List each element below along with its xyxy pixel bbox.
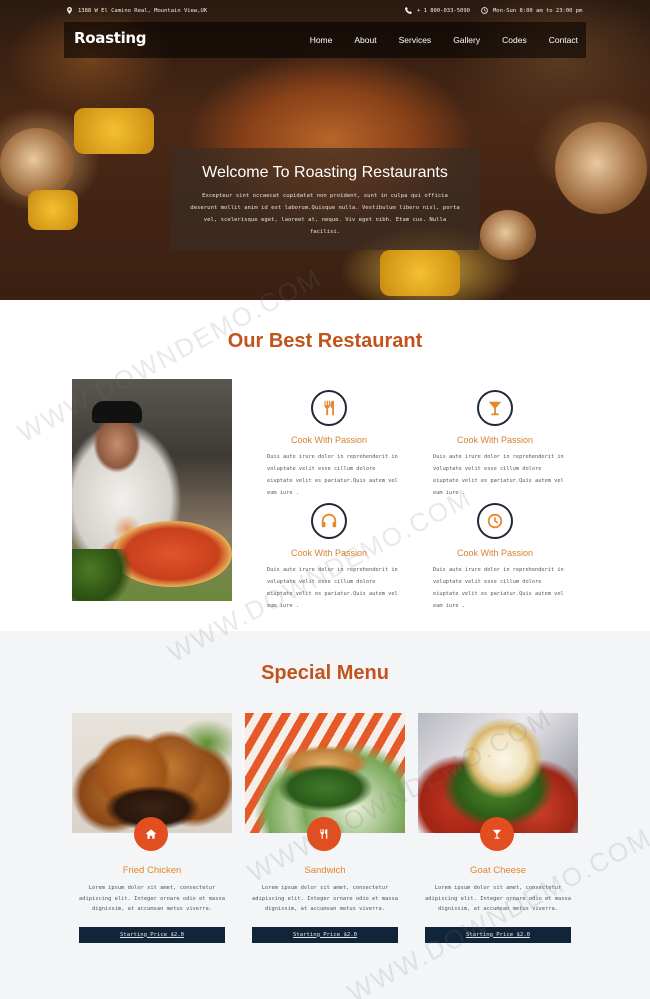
menu-card: Goat Cheese Lorem ipsum dolor sit amet, … bbox=[418, 713, 578, 943]
feature-title: Cook With Passion bbox=[456, 548, 534, 558]
garlic-image bbox=[480, 210, 536, 260]
menu-item-name: Fried Chicken bbox=[122, 865, 182, 876]
hero-text: Excepteur sint occaecat cupidatat non pr… bbox=[190, 193, 460, 235]
feature-card: Cook With Passion Duis aute irure dolor … bbox=[420, 390, 570, 499]
feature-text: Duis aute irure dolor in reprehenderit i… bbox=[433, 567, 564, 609]
price-button[interactable]: Starting Price $2.0 bbox=[425, 926, 571, 943]
hero-title: Welcome To Roasting Restaurants bbox=[202, 164, 448, 181]
clock-icon bbox=[481, 7, 488, 14]
feature-icon-circle bbox=[477, 390, 513, 426]
best-section-title: Our Best Restaurant bbox=[227, 330, 423, 352]
feature-text: Duis aute irure dolor in reprehenderit i… bbox=[433, 454, 564, 496]
phone-icon bbox=[405, 7, 412, 14]
feature-card: Cook With Passion Duis aute irure dolor … bbox=[254, 390, 404, 499]
menu-card: Sandwich Lorem ipsum dolor sit amet, con… bbox=[245, 713, 405, 943]
phone-text[interactable]: + 1 800-033-5090 bbox=[417, 8, 470, 14]
menu-item-name: Goat Cheese bbox=[470, 865, 526, 876]
menu-badge[interactable] bbox=[307, 817, 341, 851]
vegetable-image bbox=[74, 108, 154, 154]
sandwich-image bbox=[245, 713, 405, 833]
cocktail-icon bbox=[488, 401, 502, 416]
feature-icon-circle bbox=[311, 390, 347, 426]
fried-chicken-image bbox=[72, 713, 232, 833]
menu-item-name: Sandwich bbox=[304, 865, 346, 876]
hours-text: Mon-Sun 8:00 am to 23:00 pm bbox=[493, 7, 583, 14]
cocktail-icon bbox=[492, 829, 502, 839]
top-info-bar: 1388 W El Camino Real, Mountain View,UK … bbox=[0, 0, 650, 22]
feature-title: Cook With Passion bbox=[290, 435, 368, 445]
main-navbar: Roasting Home About Services Gallery Cod… bbox=[64, 22, 586, 58]
phone-info: + 1 800-033-5090 bbox=[405, 7, 470, 14]
menu-item-text: Lorem ipsum dolor sit amet, consectetur … bbox=[78, 885, 226, 912]
feature-card: Cook With Passion Duis aute irure dolor … bbox=[420, 503, 570, 612]
nav-codes[interactable]: Codes bbox=[502, 35, 527, 45]
nav-about[interactable]: About bbox=[354, 35, 376, 45]
main-nav: Home About Services Gallery Codes Contac… bbox=[310, 22, 578, 58]
nav-services[interactable]: Services bbox=[399, 35, 432, 45]
cutlery-icon bbox=[320, 829, 328, 839]
cutlery-icon bbox=[324, 400, 334, 416]
vegetable-image bbox=[380, 250, 460, 296]
vegetable-image bbox=[28, 190, 78, 230]
menu-section-title: Special Menu bbox=[261, 662, 389, 684]
greens bbox=[72, 549, 132, 601]
feature-icon-circle bbox=[477, 503, 513, 539]
feature-text: Duis aute irure dolor in reprehenderit i… bbox=[267, 567, 398, 609]
feature-icon-circle bbox=[311, 503, 347, 539]
clock-icon bbox=[487, 513, 503, 529]
nav-gallery[interactable]: Gallery bbox=[453, 35, 480, 45]
site-logo[interactable]: Roasting bbox=[74, 29, 147, 47]
chef-image bbox=[72, 379, 232, 601]
nav-contact[interactable]: Contact bbox=[549, 35, 578, 45]
chef-hat bbox=[92, 401, 142, 423]
location-pin-icon bbox=[67, 7, 72, 14]
feature-title: Cook With Passion bbox=[290, 548, 368, 558]
menu-card: Fried Chicken Lorem ipsum dolor sit amet… bbox=[72, 713, 232, 943]
garlic-image bbox=[555, 122, 647, 214]
welcome-box: Welcome To Roasting Restaurants Excepteu… bbox=[171, 148, 479, 250]
feature-text: Duis aute irure dolor in reprehenderit i… bbox=[267, 454, 398, 496]
price-button[interactable]: Starting Price $2.0 bbox=[79, 926, 225, 943]
price-button[interactable]: Starting Price $2.0 bbox=[252, 926, 398, 943]
menu-item-text: Lorem ipsum dolor sit amet, consectetur … bbox=[251, 885, 399, 912]
feature-card: Cook With Passion Duis aute irure dolor … bbox=[254, 503, 404, 612]
address-info: 1388 W El Camino Real, Mountain View,UK bbox=[66, 7, 207, 14]
hero-banner: 1388 W El Camino Real, Mountain View,UK … bbox=[0, 0, 650, 300]
garlic-image bbox=[0, 128, 74, 198]
address-text: 1388 W El Camino Real, Mountain View,UK bbox=[78, 7, 208, 14]
nav-home[interactable]: Home bbox=[310, 35, 333, 45]
headphones-icon bbox=[321, 513, 337, 528]
menu-badge[interactable] bbox=[134, 817, 168, 851]
menu-item-text: Lorem ipsum dolor sit amet, consectetur … bbox=[424, 885, 572, 912]
goat-cheese-image bbox=[418, 713, 578, 833]
hours-info: Mon-Sun 8:00 am to 23:00 pm bbox=[481, 7, 582, 14]
feature-title: Cook With Passion bbox=[456, 435, 534, 445]
menu-badge[interactable] bbox=[480, 817, 514, 851]
home-icon bbox=[145, 829, 157, 839]
